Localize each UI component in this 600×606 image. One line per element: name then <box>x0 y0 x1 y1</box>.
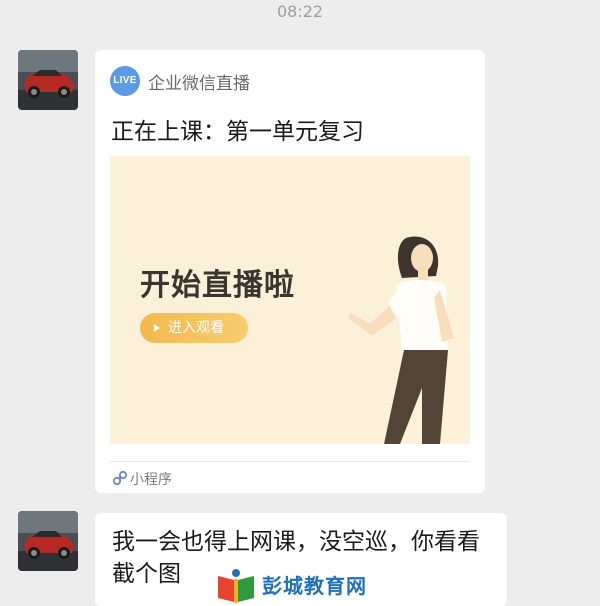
sender-avatar[interactable] <box>18 511 78 571</box>
book-logo-icon <box>218 569 254 604</box>
live-cover-image[interactable]: 开始直播啦 进入观看 <box>110 156 470 444</box>
live-stream-card[interactable]: LIVE 企业微信直播 正在上课：第一单元复习 开始直播啦 进入观看 小程序 <box>95 50 485 493</box>
card-title: 正在上课：第一单元复习 <box>111 119 364 145</box>
enter-watch-button[interactable]: 进入观看 <box>140 313 248 343</box>
site-watermark: 彭城教育网 <box>214 566 384 606</box>
live-badge-icon: LIVE <box>110 66 140 96</box>
mini-program-label: 小程序 <box>130 472 172 488</box>
watermark-text: 彭城教育网 <box>262 574 367 598</box>
card-divider <box>110 461 470 462</box>
cover-headline: 开始直播啦 <box>140 268 295 303</box>
enter-watch-label: 进入观看 <box>168 320 224 336</box>
sender-avatar[interactable] <box>18 50 78 110</box>
message-timestamp: 08:22 <box>276 2 324 21</box>
play-icon <box>154 324 160 332</box>
mini-program-icon <box>112 470 128 486</box>
card-source-name: 企业微信直播 <box>148 74 250 94</box>
presenter-illustration <box>348 236 454 444</box>
